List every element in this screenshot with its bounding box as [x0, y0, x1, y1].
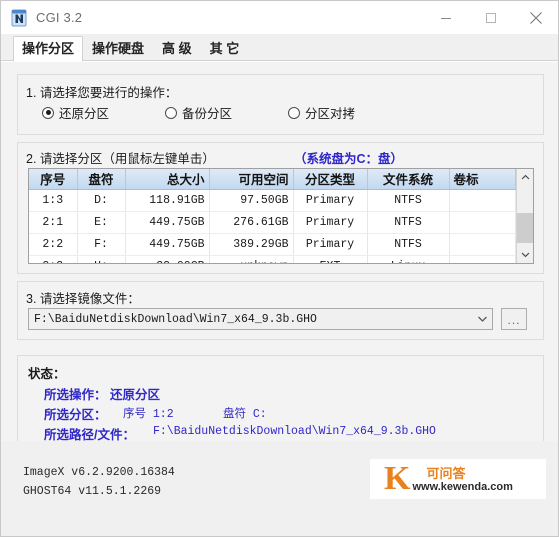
cell-fs: Linux [367, 255, 450, 263]
tab-other[interactable]: 其 它 [201, 36, 249, 61]
image-file-group: 3. 请选择镜像文件： F:\BaiduNetdiskDownload\Win7… [17, 281, 544, 340]
watermark-letter: K [384, 460, 411, 497]
radio-clone-partition[interactable]: 分区对拷 [288, 103, 355, 122]
cell-free: 276.61GB [209, 211, 294, 234]
radio-label-clone: 分区对拷 [305, 107, 356, 121]
partition-group-title: 2. 请选择分区（用鼠标左键单击） [26, 152, 215, 166]
cell-seq: 2:3 [29, 255, 78, 263]
radio-label-backup: 备份分区 [182, 107, 233, 121]
window-title: CGI 3.2 [36, 10, 83, 25]
image-path-value: F:\BaiduNetdiskDownload\Win7_x64_9.3b.GH… [34, 312, 317, 326]
cell-type: Primary [293, 233, 368, 256]
table-row[interactable]: 2:1 E: 449.75GB 276.61GB Primary NTFS [29, 211, 516, 234]
cell-fs: NTFS [367, 189, 450, 212]
watermark-url: www.kewenda.com [412, 480, 513, 493]
partition-table-element: 序号 盘符 总大小 可用空间 分区类型 文件系统 卷标 1:3 D: 118.9… [29, 169, 516, 263]
col-header-seq[interactable]: 序号 [29, 169, 78, 190]
cell-drive: D: [77, 189, 126, 212]
tab-page-operate-partition: 1. 请选择您要进行的操作： 还原分区 备份分区 分区对拷 2. 请选择分区（用… [1, 61, 558, 504]
radio-label-restore: 还原分区 [59, 107, 110, 121]
cell-type: Primary [293, 211, 368, 234]
scrollbar-thumb[interactable] [517, 213, 533, 243]
cell-type: Primary [293, 189, 368, 212]
cell-free: 389.29GB [209, 233, 294, 256]
image-file-group-title: 3. 请选择镜像文件： [26, 292, 140, 306]
system-disk-note: （系统盘为C：盘） [294, 152, 404, 166]
radio-indicator-clone [288, 106, 300, 119]
scrollbar-track[interactable] [517, 186, 533, 246]
title-bar: CGI 3.2 [1, 1, 558, 34]
cell-fs: NTFS [367, 211, 450, 234]
status-path-value: F:\BaiduNetdiskDownload\Win7_x64_9.3b.GH… [153, 425, 436, 438]
cell-total: 449.75GB [125, 233, 210, 256]
radio-restore-partition[interactable]: 还原分区 [42, 103, 165, 122]
col-header-volume[interactable]: 卷标 [449, 169, 516, 190]
cell-free: 97.50GB [209, 189, 294, 212]
ghost-version: GHOST64 v11.5.1.2269 [23, 485, 162, 498]
cell-free: unknown [209, 255, 294, 263]
cell-drive: E: [77, 211, 126, 234]
browse-button[interactable]: ... [501, 308, 527, 330]
cell-fs: NTFS [367, 233, 450, 256]
col-header-total[interactable]: 总大小 [125, 169, 210, 190]
operation-group: 1. 请选择您要进行的操作： 还原分区 备份分区 分区对拷 [17, 74, 544, 135]
cell-volume [449, 233, 516, 256]
cell-volume [449, 255, 516, 263]
partition-table-body-area: 序号 盘符 总大小 可用空间 分区类型 文件系统 卷标 1:3 D: 118.9… [29, 169, 516, 263]
cell-drive: F: [77, 233, 126, 256]
status-partition-seq: 序号 1:2 [123, 408, 174, 421]
partition-table-header-row: 序号 盘符 总大小 可用空间 分区类型 文件系统 卷标 [29, 169, 516, 190]
window-controls [423, 1, 558, 34]
chevron-up-icon[interactable] [517, 169, 533, 186]
col-header-fs[interactable]: 文件系统 [367, 169, 450, 190]
col-header-type[interactable]: 分区类型 [293, 169, 368, 190]
cell-volume [449, 189, 516, 212]
imagex-version: ImageX v6.2.9200.16384 [23, 466, 175, 479]
tab-strip: 操作分区 操作硬盘 高 级 其 它 [1, 34, 558, 62]
footer-bar: ImageX v6.2.9200.16384 GHOST64 v11.5.1.2… [1, 441, 558, 504]
cell-volume [449, 211, 516, 234]
status-group-title: 状态： [28, 367, 66, 381]
table-row[interactable]: 2:3 H: 32.00GB unknown EXT Linux [29, 255, 516, 263]
partition-table[interactable]: 序号 盘符 总大小 可用空间 分区类型 文件系统 卷标 1:3 D: 118.9… [28, 168, 534, 264]
cell-total: 118.91GB [125, 189, 210, 212]
cell-total: 32.00GB [125, 255, 210, 263]
col-header-drive[interactable]: 盘符 [77, 169, 126, 190]
tab-operate-disk[interactable]: 操作硬盘 [83, 36, 153, 61]
cell-type: EXT [293, 255, 368, 263]
close-button[interactable] [513, 1, 558, 34]
status-partition-drive: 盘符 C: [223, 408, 267, 421]
maximize-button[interactable] [468, 1, 513, 34]
tab-operate-partition[interactable]: 操作分区 [13, 36, 84, 62]
partition-table-scrollbar[interactable] [516, 169, 533, 263]
cell-drive: H: [77, 255, 126, 263]
chevron-down-icon[interactable] [517, 246, 533, 263]
table-row[interactable]: 2:2 F: 449.75GB 389.29GB Primary NTFS [29, 233, 516, 256]
partition-group: 2. 请选择分区（用鼠标左键单击） （系统盘为C：盘） 序号 盘符 总大小 可用… [17, 142, 544, 274]
cell-total: 449.75GB [125, 211, 210, 234]
cgi-main-window: CGI 3.2 操作分区 操作硬盘 高 级 其 它 1. 请选择您要进行的操作： [0, 0, 559, 537]
image-path-combobox[interactable]: F:\BaiduNetdiskDownload\Win7_x64_9.3b.GH… [28, 308, 493, 330]
watermark-text: 可问答 www.kewenda.com [412, 465, 513, 494]
cell-seq: 1:3 [29, 189, 78, 212]
operation-group-title: 1. 请选择您要进行的操作： [26, 86, 178, 100]
status-operation: 所选操作： 还原分区 [44, 388, 160, 402]
watermark-logo: K 可问答 www.kewenda.com [370, 459, 546, 499]
table-row[interactable]: 1:3 D: 118.91GB 97.50GB Primary NTFS [29, 189, 516, 212]
status-partition-label: 所选分区： [44, 408, 107, 422]
radio-backup-partition[interactable]: 备份分区 [165, 103, 288, 122]
radio-indicator-backup [165, 106, 177, 119]
chevron-down-icon[interactable] [472, 309, 492, 329]
watermark-cn-name: 可问答 [426, 465, 466, 481]
minimize-button[interactable] [423, 1, 468, 34]
radio-indicator-restore [42, 106, 54, 119]
col-header-free[interactable]: 可用空间 [209, 169, 294, 190]
cell-seq: 2:2 [29, 233, 78, 256]
operation-radio-group: 还原分区 备份分区 分区对拷 [42, 103, 355, 122]
cell-seq: 2:1 [29, 211, 78, 234]
tab-advanced[interactable]: 高 级 [153, 36, 201, 61]
app-icon [10, 9, 28, 27]
